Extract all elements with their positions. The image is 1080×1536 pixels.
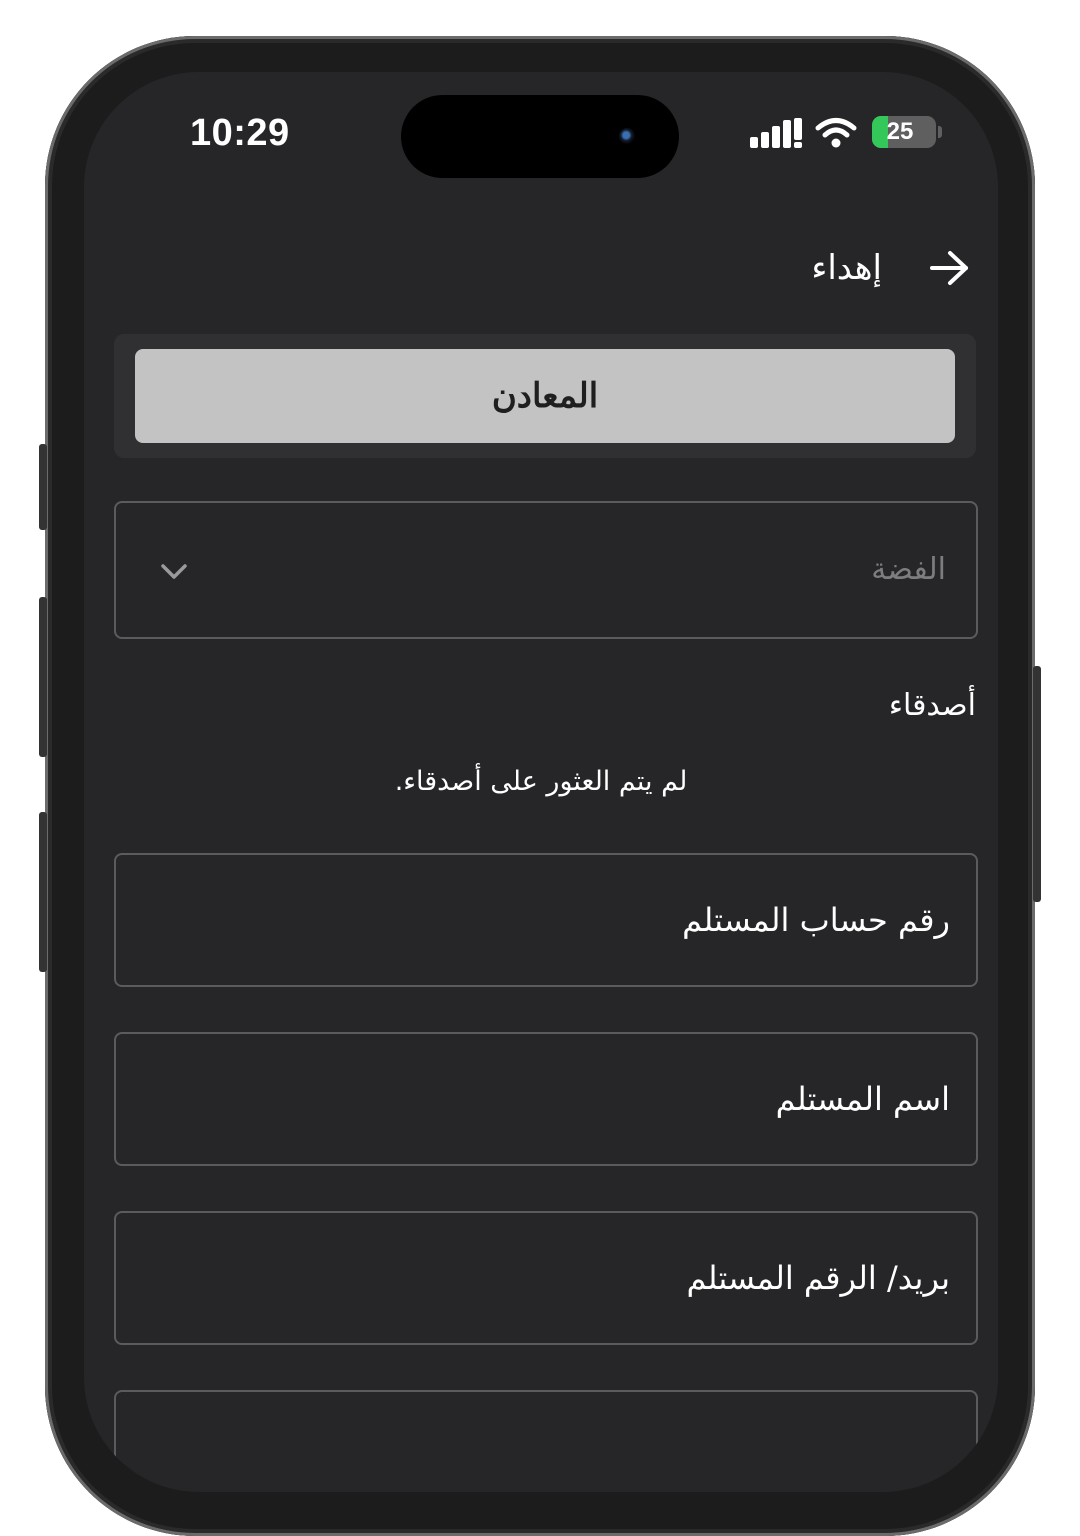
camera-icon	[619, 128, 635, 144]
recipient-email-phone-label: بريد/ الرقم المستلم	[686, 1259, 950, 1297]
page-title: إهداء	[811, 248, 882, 288]
category-segmented-control: المعادن	[114, 334, 976, 458]
battery-nub	[938, 126, 942, 138]
metal-type-select[interactable]: الفضة	[114, 501, 978, 639]
next-form-field[interactable]	[114, 1390, 978, 1492]
segment-metals-button[interactable]: المعادن	[135, 349, 955, 443]
volume-up-button	[39, 597, 47, 757]
recipient-email-phone-field[interactable]: بريد/ الرقم المستلم	[114, 1211, 978, 1345]
recipient-name-label: اسم المستلم	[775, 1080, 950, 1118]
power-button	[1033, 666, 1041, 902]
arrow-right-icon[interactable]	[928, 248, 972, 288]
recipient-account-number-label: رقم حساب المستلم	[682, 901, 950, 939]
recipient-name-field[interactable]: اسم المستلم	[114, 1032, 978, 1166]
phone-screen: 10:29 25 إهداء المعادن الفضة أصدقاء لم ي…	[84, 72, 998, 1492]
recipient-account-number-field[interactable]: رقم حساب المستلم	[114, 853, 978, 987]
friends-empty-message: لم يتم العثور على أصدقاء.	[394, 766, 688, 797]
battery-charging-icon: 25	[872, 116, 936, 148]
friends-section-label: أصدقاء	[888, 688, 976, 723]
volume-down-button	[39, 812, 47, 972]
page-header: إهداء	[84, 244, 998, 294]
battery-level-text: 25	[886, 118, 914, 145]
dynamic-island	[401, 95, 679, 178]
action-button	[39, 444, 47, 530]
signal-icon	[750, 118, 802, 148]
metal-type-value: الفضة	[871, 552, 946, 587]
wifi-icon	[815, 118, 857, 148]
status-time: 10:29	[190, 112, 290, 154]
chevron-down-icon	[161, 564, 187, 579]
